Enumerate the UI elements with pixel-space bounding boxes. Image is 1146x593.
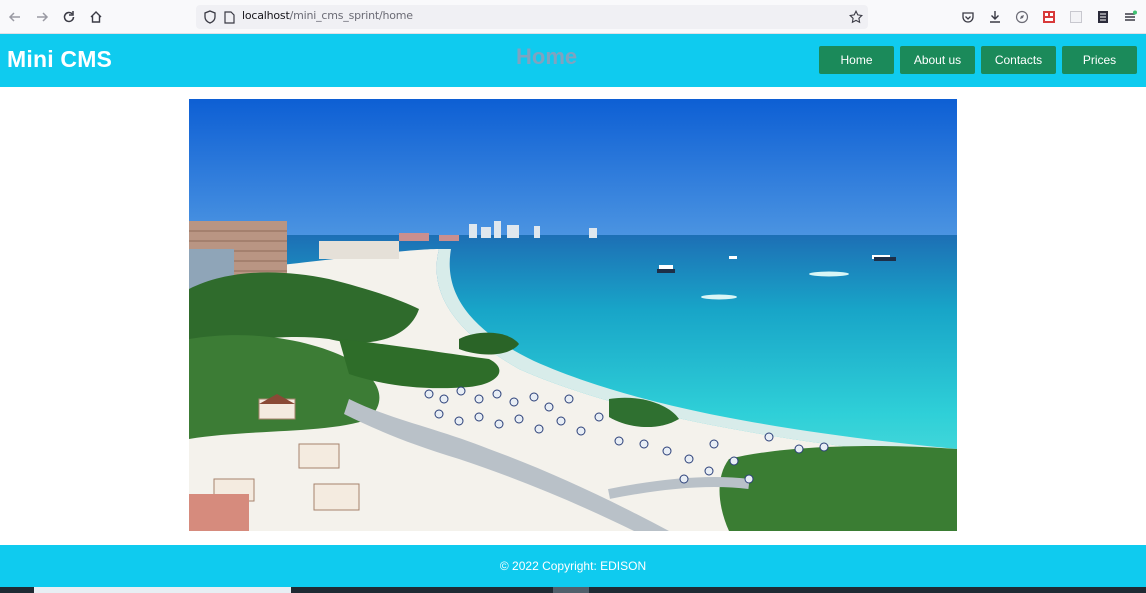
back-arrow-icon[interactable] — [6, 8, 24, 26]
taskbar-app-tab[interactable] — [553, 587, 589, 593]
browser-toolbar: localhost/mini_cms_sprint/home — [0, 0, 1146, 34]
address-bar[interactable]: localhost/mini_cms_sprint/home — [196, 5, 868, 29]
blank-extension-icon[interactable] — [1068, 9, 1084, 25]
taskbar — [0, 587, 1146, 593]
shield-icon[interactable] — [202, 9, 218, 25]
download-icon[interactable] — [987, 9, 1003, 25]
star-icon[interactable] — [848, 9, 864, 25]
url-host: localhost — [242, 9, 290, 22]
compass-icon[interactable] — [1014, 9, 1030, 25]
notes-icon[interactable] — [1095, 9, 1111, 25]
site-footer: © 2022 Copyright: EDISON — [0, 545, 1146, 587]
extension-icon[interactable] — [1041, 9, 1057, 25]
taskbar-window-tab[interactable] — [34, 587, 291, 593]
page-icon[interactable] — [221, 9, 237, 25]
forward-arrow-icon[interactable] — [33, 8, 51, 26]
nav-prices-button[interactable]: Prices — [1062, 46, 1137, 74]
brand-logo[interactable]: Mini CMS — [7, 46, 112, 73]
site-header: Mini CMS Home Home About us Contacts Pri… — [0, 34, 1146, 87]
nav-about-button[interactable]: About us — [900, 46, 975, 74]
copyright-text: © 2022 Copyright: EDISON — [499, 559, 647, 573]
menu-icon[interactable] — [1122, 9, 1138, 25]
url-path: /mini_cms_sprint/home — [289, 9, 413, 22]
reload-icon[interactable] — [60, 8, 78, 26]
nav-home-button[interactable]: Home — [819, 46, 894, 74]
home-icon[interactable] — [87, 8, 105, 26]
pocket-icon[interactable] — [960, 9, 976, 25]
nav-contacts-button[interactable]: Contacts — [981, 46, 1056, 74]
beach-resort-photo — [189, 99, 957, 531]
hero-image — [189, 99, 957, 531]
page-title: Home — [516, 44, 578, 69]
url-text[interactable]: localhost/mini_cms_sprint/home — [242, 9, 413, 22]
